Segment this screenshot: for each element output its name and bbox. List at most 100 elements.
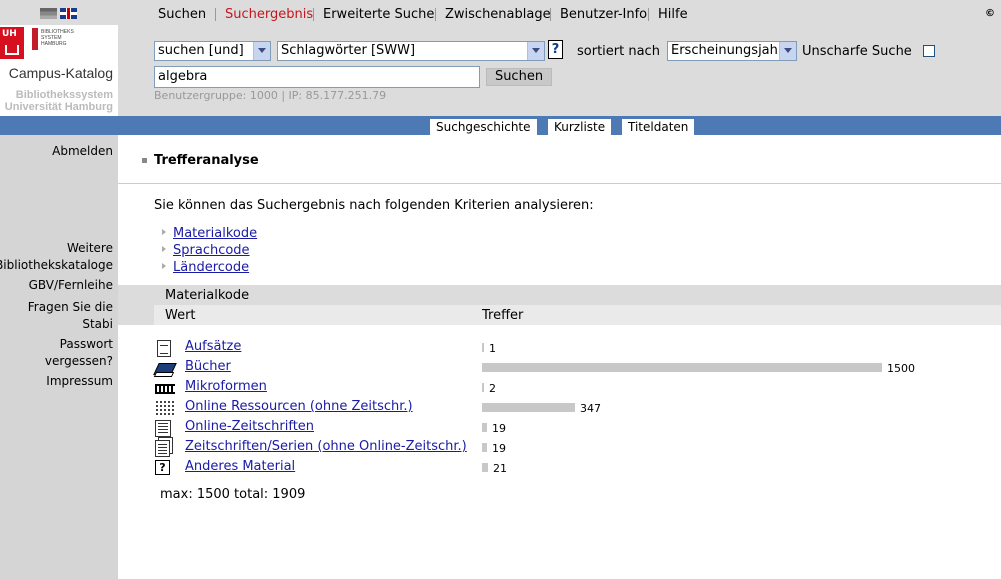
page-title: Trefferanalyse	[154, 153, 259, 168]
sidebar-link-ask-stabi[interactable]: Fragen Sie die Stabi	[28, 299, 113, 333]
book-icon	[155, 360, 175, 378]
library-system-line1: Bibliothekssystem	[15, 89, 113, 101]
tab-bar: Suchgeschichte Kurzliste Titeldaten	[118, 116, 1001, 135]
hit-bar	[482, 443, 487, 452]
nav-erweiterte-suche[interactable]: Erweiterte Suche	[323, 7, 434, 22]
table-column-header-row	[154, 305, 1001, 325]
bullet-arrow-icon	[162, 229, 166, 235]
library-system-logo: BIBLIOTHEKS SYSTEM HAMBURG	[32, 28, 74, 54]
nav-hilfe[interactable]: Hilfe	[658, 7, 688, 22]
nav-separator	[550, 8, 551, 21]
summary-text: max: 1500 total: 1909	[160, 487, 306, 502]
book-logo-icon	[32, 28, 38, 50]
hit-bar	[482, 363, 882, 372]
nav-separator	[215, 8, 216, 21]
search-mode-select[interactable]: suchen [und]	[154, 41, 271, 61]
table-header: Materialkode Wert Treffer	[118, 285, 1001, 325]
library-system-name: Bibliothekssystem Universität Hamburg	[5, 89, 113, 113]
nav-separator	[435, 8, 436, 21]
hit-count: 347	[580, 402, 601, 415]
online-journal-icon	[155, 420, 171, 437]
campus-catalog-title: Campus-Katalog	[8, 65, 113, 81]
hit-count: 19	[492, 442, 506, 455]
hit-count: 21	[493, 462, 507, 475]
sidebar-link-forgot-password[interactable]: Passwort vergessen?	[45, 336, 113, 370]
fuzzy-search-checkbox[interactable]	[923, 45, 935, 57]
top-navigation: Suchen Suchergebnis Erweiterte Suche Zwi…	[118, 0, 1001, 28]
search-mode-value: suchen [und]	[158, 43, 244, 58]
sidebar-link-other-catalogs[interactable]: Weitere Bibliothekskataloge	[0, 240, 113, 274]
nav-zwischenablage[interactable]: Zwischenablage	[445, 7, 551, 22]
nav-separator	[648, 8, 649, 21]
tab-kurzliste[interactable]: Kurzliste	[548, 119, 612, 135]
document-icon	[157, 340, 171, 357]
search-field-value: Schlagwörter [SWW]	[281, 43, 416, 58]
left-sidebar: UH BIBLIOTHEKS SYSTEM HAMBURG Campus-Kat…	[0, 0, 118, 579]
sidebar-link-line: GBV/Fernleihe	[28, 278, 113, 292]
criteria-link-laendercode[interactable]: Ländercode	[173, 260, 249, 275]
chevron-down-icon	[779, 42, 796, 60]
library-system-line2: Universität Hamburg	[4, 101, 113, 113]
intro-text: Sie können das Suchergebnis nach folgend…	[154, 198, 594, 213]
logo-area: UH BIBLIOTHEKS SYSTEM HAMBURG Campus-Kat…	[0, 25, 118, 116]
hit-bar	[482, 383, 484, 392]
nav-benutzer-info[interactable]: Benutzer-Info	[560, 7, 647, 22]
copyright-symbol[interactable]: ©	[985, 8, 995, 19]
library-logo-text: BIBLIOTHEKS SYSTEM HAMBURG	[41, 29, 74, 47]
german-flag-icon[interactable]	[40, 8, 57, 19]
sidebar-link-line: Stabi	[82, 317, 113, 331]
material-link[interactable]: Online Ressourcen (ohne Zeitschr.)	[185, 399, 413, 414]
search-button[interactable]: Suchen	[486, 68, 552, 86]
other-material-icon: ?	[155, 460, 170, 475]
left-blue-bar	[0, 116, 118, 135]
search-field-select[interactable]: Schlagwörter [SWW]	[277, 41, 545, 61]
sort-select[interactable]: Erscheinungsjahr	[667, 41, 797, 61]
criteria-link-materialkode[interactable]: Materialkode	[173, 226, 257, 241]
hit-bar	[482, 423, 487, 432]
sidebar-link-line: Impressum	[46, 374, 113, 388]
hit-count: 1500	[887, 362, 915, 375]
bullet-arrow-icon	[162, 246, 166, 252]
online-resource-icon	[155, 400, 175, 416]
chevron-down-icon	[527, 42, 544, 60]
material-link[interactable]: Anderes Material	[185, 459, 295, 474]
table-title: Materialkode	[165, 288, 250, 303]
criteria-link-sprachcode[interactable]: Sprachcode	[173, 243, 250, 258]
hit-count: 2	[489, 382, 496, 395]
usergroup-info: Benutzergruppe: 1000 | IP: 85.177.251.79	[154, 89, 387, 102]
uh-logo-text: UH	[2, 29, 17, 39]
sidebar-link-imprint[interactable]: Impressum	[46, 373, 113, 390]
nav-suchen[interactable]: Suchen	[158, 7, 206, 22]
hit-count: 19	[492, 422, 506, 435]
sidebar-link-line: Bibliothekskataloge	[0, 258, 113, 272]
material-link[interactable]: Aufsätze	[185, 339, 241, 354]
hit-bar	[482, 343, 484, 352]
english-flag-icon[interactable]	[60, 8, 77, 19]
column-header-treffer: Treffer	[482, 308, 524, 323]
journal-series-icon	[155, 440, 170, 457]
hit-count: 1	[489, 342, 496, 355]
hit-bar	[482, 463, 488, 472]
heading-area: Trefferanalyse	[118, 135, 1001, 184]
material-link[interactable]: Bücher	[185, 359, 231, 374]
sidebar-link-line: Fragen Sie die	[27, 300, 113, 314]
sidebar-link-line: vergessen?	[44, 354, 113, 368]
castle-icon	[5, 45, 19, 55]
help-button[interactable]: ?	[548, 40, 563, 59]
material-link[interactable]: Online-Zeitschriften	[185, 419, 314, 434]
nav-suchergebnis[interactable]: Suchergebnis	[225, 7, 313, 22]
material-link[interactable]: Zeitschriften/Serien (ohne Online-Zeitsc…	[185, 439, 467, 454]
sidebar-link-line: Passwort	[59, 337, 113, 351]
tab-suchgeschichte[interactable]: Suchgeschichte	[430, 119, 537, 135]
uh-logo: UH	[0, 27, 24, 59]
search-input[interactable]: algebra	[154, 66, 480, 88]
sidebar-link-gbv[interactable]: GBV/Fernleihe	[29, 277, 113, 294]
bullet-arrow-icon	[162, 263, 166, 269]
nav-separator	[313, 8, 314, 21]
sort-label: sortiert nach	[577, 44, 660, 59]
tab-titeldaten[interactable]: Titeldaten	[622, 119, 695, 135]
logout-link[interactable]: Abmelden	[52, 143, 113, 160]
material-link[interactable]: Mikroformen	[185, 379, 267, 394]
sidebar-link-line: Weitere	[66, 241, 113, 255]
sort-value: Erscheinungsjahr	[671, 43, 784, 58]
